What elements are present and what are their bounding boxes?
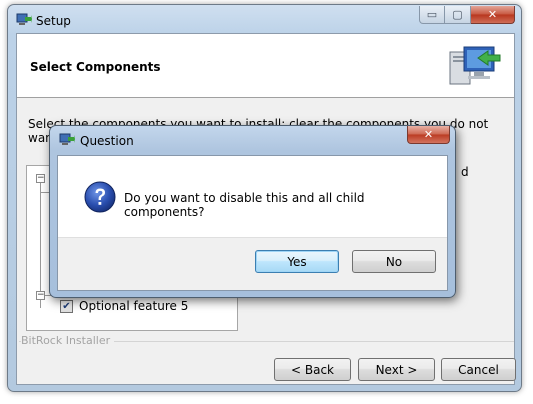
cancel-button[interactable]: Cancel bbox=[441, 358, 516, 381]
window-title: Setup bbox=[36, 14, 71, 28]
tree-expand-toggle[interactable]: − bbox=[36, 291, 45, 300]
dialog-message-area: Do you want to disable this and all chil… bbox=[58, 156, 447, 238]
no-button[interactable]: No bbox=[352, 250, 436, 273]
close-icon: ✕ bbox=[423, 128, 434, 141]
maximize-icon: ▢ bbox=[452, 8, 463, 21]
page-header: Select Components bbox=[17, 34, 514, 98]
minimize-icon: ▭ bbox=[426, 8, 438, 21]
next-button[interactable]: Next > bbox=[358, 358, 435, 381]
component-checkbox[interactable]: ✔ bbox=[60, 299, 73, 313]
close-icon: ✕ bbox=[487, 8, 498, 21]
checkmark-icon: ✔ bbox=[62, 300, 71, 312]
dialog-message: Do you want to disable this and all chil… bbox=[124, 191, 365, 219]
yes-button[interactable]: Yes bbox=[255, 250, 339, 273]
branding-label: BitRock Installer bbox=[21, 334, 115, 347]
dialog-body: Do you want to disable this and all chil… bbox=[57, 155, 448, 291]
dialog-close-button[interactable]: ✕ bbox=[407, 126, 450, 144]
page-title: Select Components bbox=[30, 60, 161, 74]
tree-item-optional-feature-5[interactable]: ✔ Optional feature 5 bbox=[60, 299, 188, 313]
maximize-button[interactable]: ▢ bbox=[445, 6, 471, 24]
question-dialog: Question ✕ Do you want to disable this a… bbox=[49, 125, 456, 298]
back-button[interactable]: < Back bbox=[274, 358, 351, 381]
installer-computer-icon bbox=[448, 44, 502, 91]
tree-branch-line bbox=[40, 178, 41, 308]
setup-app-icon bbox=[16, 13, 32, 30]
question-icon bbox=[84, 181, 116, 216]
clipped-text: d bbox=[461, 165, 469, 179]
minimize-button[interactable]: ▭ bbox=[419, 6, 445, 24]
window-controls: ▭ ▢ ✕ bbox=[419, 6, 515, 24]
dialog-app-icon bbox=[59, 133, 75, 150]
tree-item-label: Optional feature 5 bbox=[79, 299, 189, 313]
tree-expand-toggle[interactable]: − bbox=[36, 174, 45, 183]
dialog-title: Question bbox=[80, 134, 134, 148]
close-button[interactable]: ✕ bbox=[471, 6, 515, 24]
